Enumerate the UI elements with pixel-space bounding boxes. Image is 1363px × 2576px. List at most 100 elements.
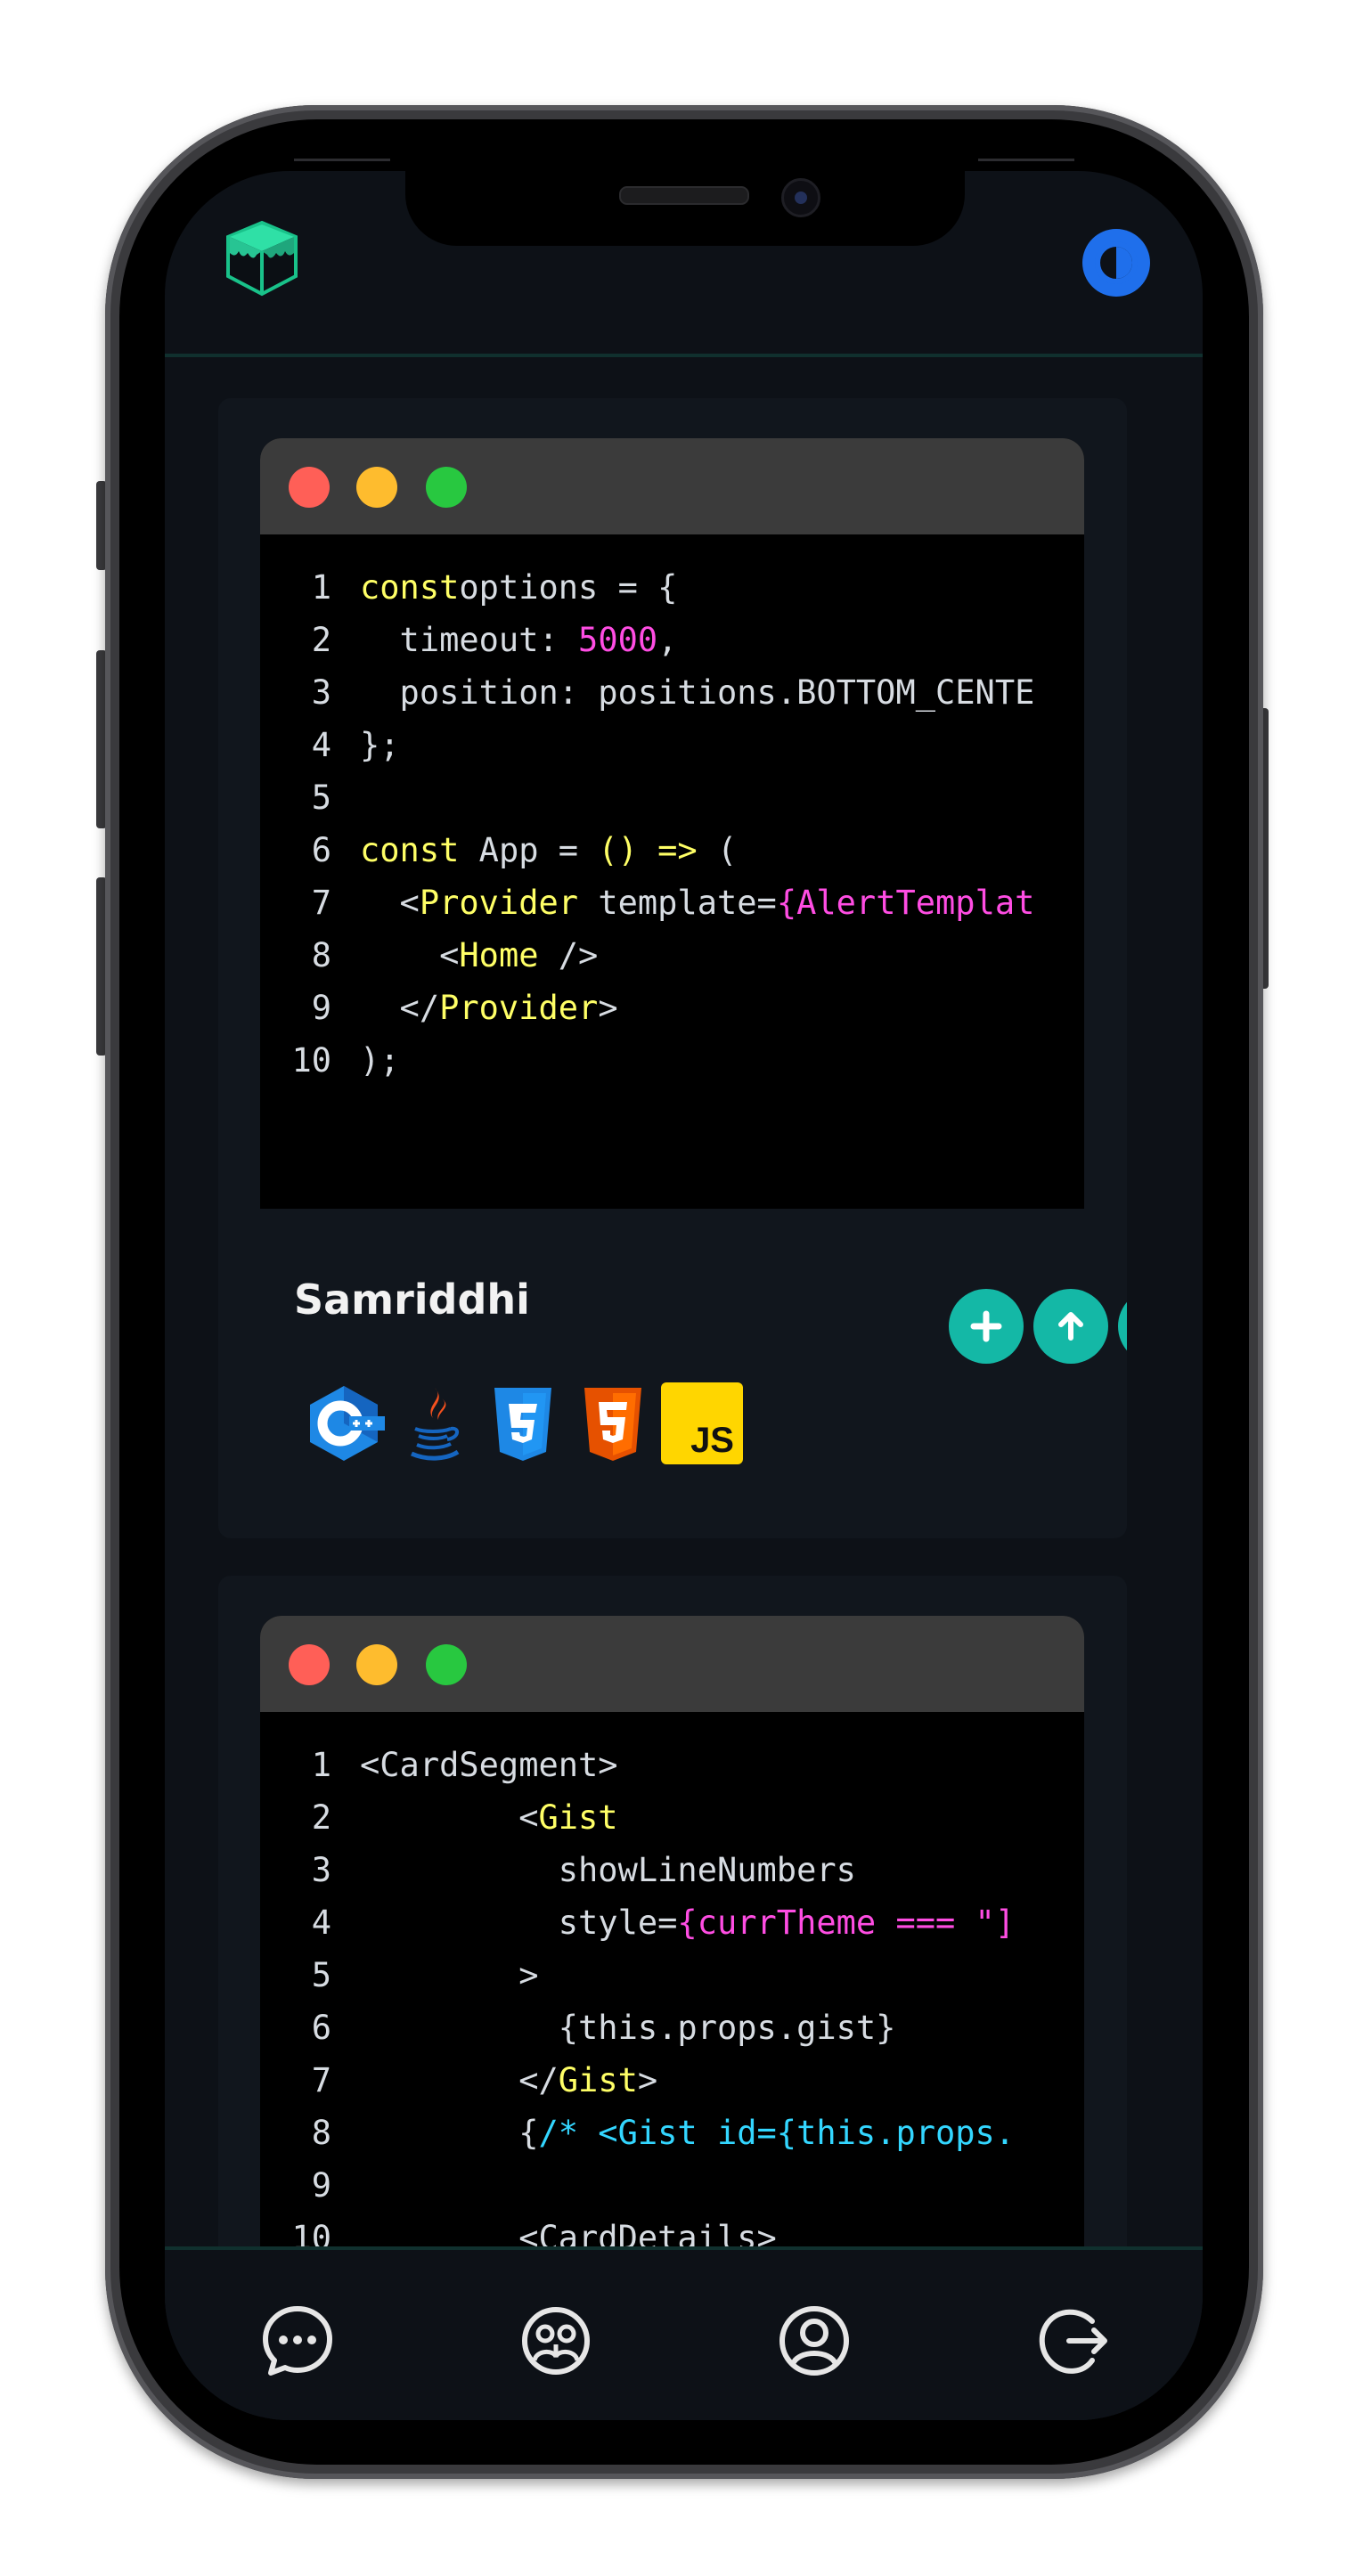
code-token: ( <box>697 831 738 869</box>
code-line: 2 timeout: 5000, <box>260 614 1084 666</box>
code-token: , <box>657 621 678 659</box>
cube-logo-icon[interactable] <box>221 217 303 299</box>
code-text: position: positions.BOTTOM_CENTE <box>331 673 1084 712</box>
line-number: 2 <box>311 1798 331 1837</box>
code-token: </ <box>360 2061 559 2099</box>
code-token: timeout: <box>360 621 579 659</box>
code-line: 6 const App = () => ( <box>260 824 1084 876</box>
code-token: const <box>360 831 460 869</box>
code-token: {AlertTemplat <box>776 884 1035 922</box>
line-number: 6 <box>311 831 331 869</box>
line-number: 4 <box>311 1903 331 1942</box>
line-number: 6 <box>311 2009 331 2047</box>
code-token: template= <box>578 884 777 922</box>
code-snippet: 1 <CardSegment> 2 <Gist 3 showLineNumbers 4 … <box>260 1712 1084 2264</box>
code-token: < <box>360 884 420 922</box>
html5-icon <box>584 1388 641 1461</box>
css3-icon <box>494 1388 551 1461</box>
code-token: < <box>360 1798 539 1837</box>
plus-icon <box>970 1310 1002 1342</box>
code-token: showLineNumbers <box>360 1851 856 1889</box>
code-line: 1 <CardSegment> <box>260 1739 1084 1791</box>
javascript-icon: JS <box>661 1382 743 1464</box>
code-token: position: positions.BOTTOM_CENTE <box>360 673 1035 712</box>
line-number: 4 <box>311 726 331 764</box>
code-token: () => <box>598 831 698 869</box>
earpiece-speaker <box>619 186 749 205</box>
code-text: <CardSegment> <box>331 1746 1084 1784</box>
device-notch <box>405 171 965 246</box>
code-line: 6 {this.props.gist} <box>260 2001 1084 2054</box>
post-card: 1 constoptions = {2 timeout: 5000, 3 posit… <box>218 398 1127 1538</box>
code-text: constoptions = { <box>331 568 1084 607</box>
front-camera <box>781 178 820 217</box>
code-line: 3 position: positions.BOTTOM_CENTE <box>260 666 1084 719</box>
window-title-bar <box>260 1616 1084 1712</box>
user-profile-icon[interactable] <box>775 2302 853 2380</box>
code-token: {this.props.gist} <box>360 2009 896 2047</box>
chat-bubble-icon[interactable] <box>258 2302 337 2380</box>
code-line: 7 </Gist> <box>260 2054 1084 2107</box>
code-token: > <box>637 2061 658 2099</box>
app-screen: 1 constoptions = {2 timeout: 5000, 3 posit… <box>165 171 1203 2420</box>
code-line: 5 <box>260 771 1084 824</box>
line-number: 9 <box>311 989 331 1027</box>
window-maximize-dot <box>426 1644 467 1685</box>
code-window: 1 constoptions = {2 timeout: 5000, 3 posit… <box>260 438 1084 1209</box>
code-line: 9 <box>260 2159 1084 2212</box>
code-text: ); <box>331 1041 1084 1080</box>
code-text: const App = () => ( <box>331 831 1084 869</box>
java-icon <box>410 1388 460 1461</box>
line-number: 8 <box>311 936 331 974</box>
code-token: > <box>360 1956 539 1994</box>
code-text: <Provider template={AlertTemplat <box>331 884 1084 922</box>
code-text: <Home /> <box>331 936 1084 974</box>
code-token: Gist <box>558 2061 638 2099</box>
code-token: </ <box>360 989 440 1027</box>
arrow-up-icon <box>1058 1312 1083 1341</box>
window-minimize-dot <box>356 1644 397 1685</box>
code-token: Home <box>459 936 539 974</box>
add-button[interactable] <box>949 1289 1024 1364</box>
code-token: }; <box>360 726 400 764</box>
upvote-button[interactable] <box>1033 1289 1108 1364</box>
community-icon[interactable] <box>517 2302 595 2380</box>
code-line: 7 <Provider template={AlertTemplat <box>260 876 1084 929</box>
code-line: 10); <box>260 1034 1084 1087</box>
code-snippet: 1 constoptions = {2 timeout: 5000, 3 posit… <box>260 534 1084 1087</box>
code-token: /> <box>538 936 599 974</box>
code-line: 2 <Gist <box>260 1791 1084 1844</box>
code-text: <Gist <box>331 1798 1084 1837</box>
line-number: 8 <box>311 2114 331 2152</box>
status-bar-line-right <box>978 159 1074 161</box>
downvote-button[interactable] <box>1118 1289 1127 1364</box>
code-text: }; <box>331 726 1084 764</box>
code-token: < <box>360 936 460 974</box>
code-text: </Gist> <box>331 2061 1084 2099</box>
status-bar-line-left <box>294 159 390 161</box>
line-number: 1 <box>311 568 331 607</box>
code-line: 5 > <box>260 1949 1084 2001</box>
window-close-dot <box>289 467 330 508</box>
code-token: <CardSegment> <box>360 1746 618 1784</box>
line-number: 2 <box>311 621 331 659</box>
line-number: 10 <box>291 1041 331 1080</box>
code-text: </Provider> <box>331 989 1084 1027</box>
code-token: Gist <box>538 1798 618 1837</box>
line-number: 3 <box>311 673 331 712</box>
window-title-bar <box>260 438 1084 534</box>
code-token: Provider <box>419 884 579 922</box>
code-token: ); <box>360 1041 400 1080</box>
line-number: 9 <box>311 2166 331 2205</box>
code-token: Provider <box>439 989 599 1027</box>
logout-icon[interactable] <box>1033 2302 1112 2380</box>
code-line: 8 {/* <Gist id={this.props. <box>260 2107 1084 2159</box>
theme-toggle-button[interactable] <box>1082 229 1150 297</box>
code-line: 9 </Provider> <box>260 982 1084 1034</box>
code-token: const <box>360 568 460 607</box>
javascript-icon-label: JS <box>690 1421 734 1460</box>
code-token: style= <box>360 1903 678 1942</box>
bottom-navigation <box>165 2246 1203 2420</box>
code-text: > <box>331 1956 1084 1994</box>
author-name[interactable]: Samriddhi <box>294 1276 530 1324</box>
